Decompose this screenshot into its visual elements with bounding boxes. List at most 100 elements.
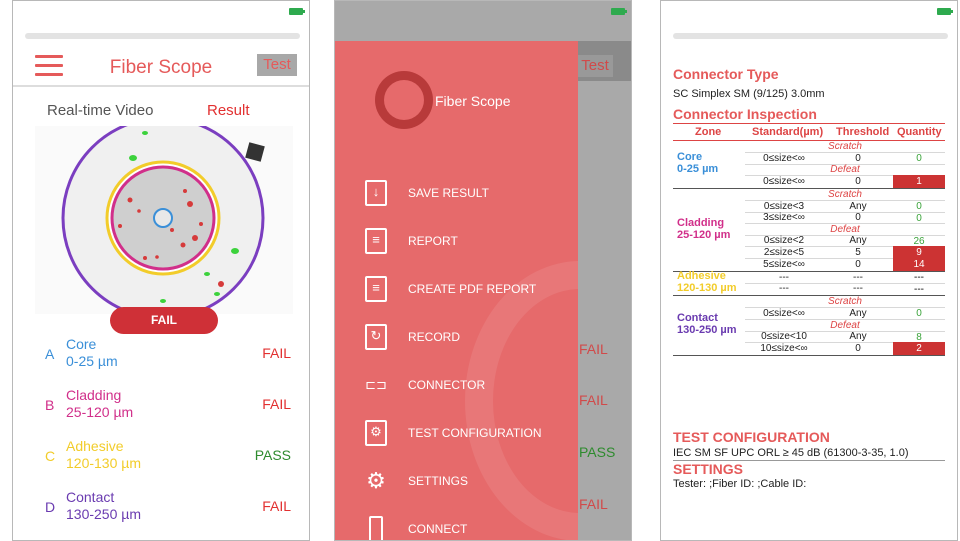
fiber-endface-image [35,126,293,314]
subsection-header: Defeat [830,319,860,331]
quantity-cell: 2 [893,342,945,356]
zone-name: Cladding [677,216,725,229]
navigation-drawer: Fiber Scope ↓ SAVE RESULT ≡ REPORT ≡ CRE… [335,41,578,540]
zone-name: Contact [66,489,115,505]
menu-label: TEST CONFIGURATION [408,426,542,440]
zone-row-cladding[interactable]: B Cladding 25-120 µm FAIL [13,385,309,425]
subsection-header: Scratch [828,188,862,200]
phone-icon [369,516,383,540]
zone-row-core[interactable]: A Core 0-25 µm FAIL [13,334,309,374]
inspection-report-screen: Connector Type SC Simplex SM (9/125) 3.0… [660,0,958,541]
zone-status: FAIL [579,392,608,408]
fiber-scope-logo-icon [375,71,433,129]
zone-range: 25-120 µm [66,404,134,420]
overall-fail-badge: FAIL [110,307,218,334]
quantity-cell: --- [914,283,924,295]
threshold-cell: 0 [855,152,861,164]
threshold-cell: --- [853,271,863,283]
zone-status: FAIL [262,396,291,412]
threshold-cell: 5 [855,246,861,258]
zone-name: Core [677,151,703,164]
gear-icon: ⚙ [366,468,386,493]
quantity-cell: 14 [893,258,945,271]
zone-range: 130-250 µm [66,506,141,522]
menu-label: REPORT [408,234,458,248]
zone-name: Adhesive [66,438,124,454]
zone-letter: C [45,448,56,464]
column-quantity: Quantity [897,126,942,138]
drag-handle[interactable] [25,33,300,39]
menu-item-report[interactable]: ≡ REPORT [335,224,578,264]
zone-range: 0-25 µm [66,353,118,369]
inspection-heading: Connector Inspection [673,106,817,122]
test-button[interactable]: Test [577,55,613,77]
menu-item-record[interactable]: ↻ RECORD [335,320,578,360]
zone-status: FAIL [262,498,291,514]
menu-item-test-configuration[interactable]: ⚙ TEST CONFIGURATION [335,416,578,456]
settings-heading: SETTINGS [673,461,744,477]
zone-range: 120-130 µm [677,282,737,295]
menu-item-connect[interactable]: CONNECT [335,512,578,540]
standard-cell: 0≤size<3 [763,200,805,212]
pdf-icon: ≡ [365,276,387,302]
standard-cell: 2≤size<5 [763,246,805,258]
tab-result[interactable]: Result [207,102,250,119]
subsection-header: Defeat [830,223,860,235]
zone-status: FAIL [579,341,608,357]
settings-value: Tester: ;Fiber ID: ;Cable ID: [673,478,807,490]
battery-icon [937,8,953,15]
zone-range: 120-130 µm [66,455,141,471]
report-icon: ≡ [365,228,387,254]
connector-icon: ⊏⊐ [365,377,387,392]
threshold-cell: Any [849,200,867,212]
save-icon: ↓ [365,180,387,206]
test-config-value: IEC SM SF UPC ORL ≥ 45 dB (61300-3-35, 1… [673,447,909,459]
zone-letter: D [45,499,56,515]
zone-row-adhesive[interactable]: C Adhesive 120-130 µm PASS [13,436,309,476]
menu-label: RECORD [408,330,461,344]
menu-label: CONNECT [408,522,468,536]
drawer-app-name: Fiber Scope [435,93,511,109]
zone-divider [673,354,945,356]
drag-handle[interactable] [673,33,948,39]
standard-cell: --- [779,271,789,283]
menu-item-save-result[interactable]: ↓ SAVE RESULT [335,176,578,216]
subsection-header: Scratch [828,141,862,152]
zone-status: FAIL [262,345,291,361]
column-standard: Standard(µm) [752,126,824,138]
menu-label: SAVE RESULT [408,186,489,200]
zone-range: 25-120 µm [677,228,731,241]
menu-item-connector[interactable]: ⊏⊐ CONNECTOR [335,368,578,408]
threshold-cell: Any [849,235,867,247]
zone-range: 130-250 µm [677,324,737,337]
subsection-header: Scratch [828,296,862,308]
zone-letter: A [45,346,55,362]
zone-name: Adhesive [677,270,726,283]
fiber-scope-result-screen: Fiber Scope Test Real-time Video Result … [12,0,310,541]
standard-cell: 0≤size<∞ [763,307,805,319]
zone-name: Core [66,336,97,352]
quantity-cell: 1 [893,175,945,189]
menu-item-settings[interactable]: ⚙ SETTINGS [335,464,578,504]
zone-status: PASS [254,447,291,463]
record-icon: ↻ [365,324,387,350]
battery-icon [289,8,305,15]
divider [673,123,945,124]
test-button[interactable]: Test [257,54,297,76]
zone-row-contact[interactable]: D Contact 130-250 µm FAIL [13,487,309,527]
connector-type-heading: Connector Type [673,66,779,82]
standard-cell: 10≤size<∞ [760,342,808,354]
zone-status: PASS [579,444,616,460]
subsection-header: Defeat [830,164,860,176]
menu-item-create-pdf-report[interactable]: ≡ CREATE PDF REPORT [335,272,578,312]
threshold-cell: 0 [855,212,861,224]
connector-type-value: SC Simplex SM (9/125) 3.0mm [673,88,825,100]
threshold-cell: 0 [855,258,861,270]
zone-range: 0-25 µm [677,163,719,176]
column-zone: Zone [695,126,722,138]
threshold-cell: --- [853,283,863,295]
menu-label: SETTINGS [408,474,469,488]
test-config-heading: TEST CONFIGURATION [673,429,830,445]
menu-label: CONNECTOR [408,378,486,392]
tab-realtime-video[interactable]: Real-time Video [47,102,153,119]
